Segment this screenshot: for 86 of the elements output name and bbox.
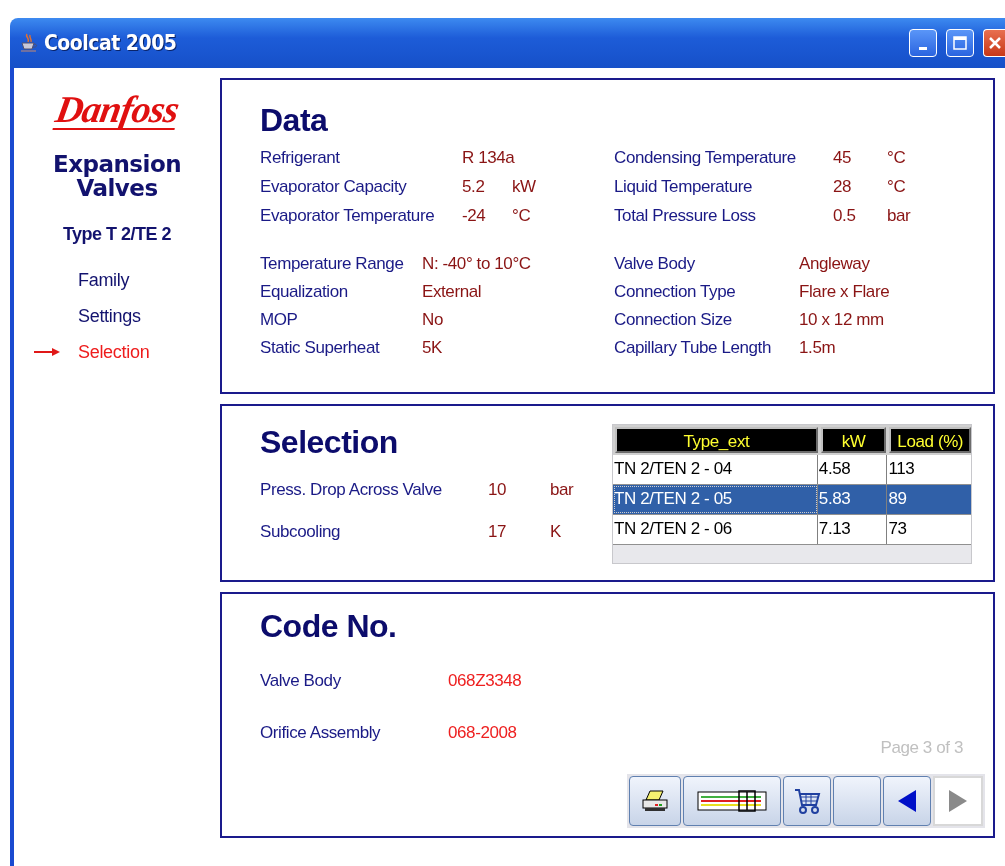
unit-label: bar	[550, 480, 575, 500]
nav-link[interactable]: Settings	[78, 305, 141, 327]
field-label: Valve Body	[614, 254, 696, 274]
field-label: Evaporator Capacity	[260, 176, 408, 197]
field-value: N: -40° to 10°C	[422, 254, 531, 274]
sidebar-subheading: Type T 2/TE 2	[62, 224, 172, 245]
field-label: Capillary Tube Length	[614, 338, 772, 358]
left-arrow-icon	[896, 789, 918, 813]
field-value: 45	[833, 147, 853, 168]
field-label: Condensing Temperature	[614, 147, 797, 168]
right-arrow-icon	[947, 789, 969, 813]
field-value: 0.5	[833, 205, 857, 226]
gauge-icon	[697, 789, 767, 813]
logo: Danfoss	[52, 90, 182, 130]
table-cell-text: 89	[887, 488, 908, 510]
field-label: Static Superheat	[260, 338, 381, 358]
code-value: 068-2008	[448, 723, 517, 743]
cup-icon	[20, 33, 38, 53]
field-value: No	[422, 310, 443, 330]
column-header[interactable]: kW	[820, 427, 887, 453]
blank-button[interactable]	[833, 776, 881, 826]
field-value: 28	[833, 176, 853, 197]
column-header[interactable]: Load (%)	[889, 427, 971, 453]
page-indicator: Page 3 of 3	[880, 738, 963, 757]
field-label: Orifice Assembly	[260, 723, 382, 743]
print-button[interactable]	[629, 776, 681, 826]
field-label: MOP	[260, 310, 299, 330]
close-icon	[986, 35, 1003, 51]
unit-label: °C	[887, 147, 907, 168]
field-value: 1.5m	[799, 338, 836, 358]
field-value: 10	[488, 480, 508, 500]
unit-label: °C	[512, 205, 532, 226]
cart-icon	[793, 787, 821, 815]
field-label: Evaporator Temperature	[260, 205, 436, 226]
table-cell: 7.13	[817, 515, 888, 544]
table-row[interactable]: TN 2/TEN 2 - 05 5.83 89	[613, 485, 971, 515]
cart-button[interactable]	[783, 776, 831, 826]
code-value: 068Z3348	[448, 671, 522, 691]
unit-label: °C	[887, 176, 907, 197]
column-header[interactable]: Type_ext	[615, 427, 818, 453]
panel-title: Code No.	[260, 608, 398, 645]
field-label: Valve Body	[260, 671, 342, 691]
field-label: Total Pressure Loss	[614, 205, 757, 226]
arrow-icon	[34, 347, 60, 357]
field-label: Liquid Temperature	[614, 176, 754, 197]
field-value: External	[422, 282, 482, 302]
unit-label: K	[550, 522, 562, 542]
field-value: 5.2	[462, 176, 486, 197]
field-label: Temperature Range	[260, 254, 405, 274]
unit-label: kW	[512, 176, 537, 197]
field-label: Equalization	[260, 282, 349, 302]
field-value: -24	[462, 205, 487, 226]
field-value: Flare x Flare	[799, 282, 890, 302]
field-value: 17	[488, 522, 508, 542]
field-label: Connection Type	[614, 282, 737, 302]
field-label: Connection Size	[614, 310, 733, 330]
nav-link[interactable]: Family	[78, 269, 130, 291]
field-value: 5K	[422, 338, 442, 358]
field-label: Subcooling	[260, 522, 342, 542]
panel-title: Data	[260, 102, 329, 139]
table-cell: TN 2/TEN 2 - 05	[613, 485, 818, 514]
nav-link[interactable]: Selection	[78, 341, 150, 363]
field-label: Refrigerant	[260, 147, 341, 168]
table-cell-text: 113	[887, 458, 916, 480]
maximize-button[interactable]	[946, 29, 974, 57]
minimize-icon	[919, 46, 927, 50]
table-cell: 4.58	[817, 455, 888, 484]
window-title: Coolcat 2005	[44, 31, 177, 55]
table-cell-text: 73	[887, 518, 908, 540]
field-value: Angleway	[799, 254, 870, 274]
unit-label: bar	[887, 205, 912, 226]
table-row[interactable]: TN 2/TEN 2 - 06 7.13 73	[613, 515, 971, 545]
minimize-button[interactable]	[909, 29, 937, 57]
table-cell: 5.83	[817, 485, 888, 514]
table-cell: TN 2/TEN 2 - 06	[613, 515, 818, 544]
printer-icon	[641, 789, 669, 813]
close-button[interactable]	[983, 29, 1005, 57]
field-value: 10 x 12 mm	[799, 310, 884, 330]
previous-button[interactable]	[883, 776, 931, 826]
sidebar-heading: Expansion Valves	[52, 152, 182, 200]
maximize-icon	[953, 36, 967, 50]
panel-title: Selection	[260, 424, 399, 461]
field-label: Press. Drop Across Valve	[260, 480, 443, 500]
gauge-button[interactable]	[683, 776, 781, 826]
table-cell: TN 2/TEN 2 - 04	[613, 455, 818, 484]
table-row[interactable]: TN 2/TEN 2 - 04 4.58 113	[613, 455, 971, 485]
